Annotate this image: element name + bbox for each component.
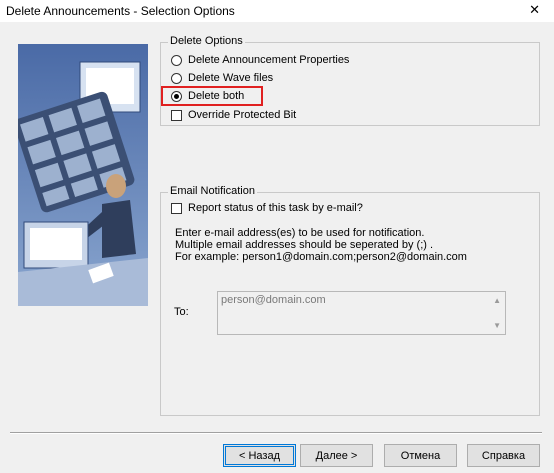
to-email-field[interactable]: person@domain.com ▲ ▼	[217, 291, 506, 335]
override-protected-bit[interactable]: Override Protected Bit	[171, 109, 296, 121]
window-title: Delete Announcements - Selection Options	[6, 4, 235, 18]
cancel-button[interactable]: Отмена	[384, 444, 457, 467]
scroll-down-icon[interactable]: ▼	[493, 321, 501, 330]
to-label: To:	[174, 306, 189, 318]
to-email-value: person@domain.com	[221, 294, 326, 306]
title-bar: Delete Announcements - Selection Options…	[0, 0, 554, 22]
option-delete-properties[interactable]: Delete Announcement Properties	[171, 54, 349, 66]
email-info-line-1: Enter e-mail address(es) to be used for …	[175, 227, 425, 239]
option-delete-wave-files-label: Delete Wave files	[188, 72, 274, 84]
selection-highlight-box	[161, 86, 263, 106]
radio-delete-wave-files[interactable]	[171, 72, 182, 84]
delete-options-legend: Delete Options	[168, 35, 245, 47]
checkbox-override-protected[interactable]	[171, 109, 182, 121]
option-delete-properties-label: Delete Announcement Properties	[188, 54, 350, 66]
wizard-illustration	[18, 44, 148, 306]
report-status-label: Report status of this task by e-mail?	[188, 202, 363, 214]
next-button[interactable]: Далее >	[300, 444, 373, 467]
scroll-up-icon[interactable]: ▲	[493, 296, 501, 305]
option-delete-wave-files[interactable]: Delete Wave files	[171, 72, 273, 84]
footer-separator	[10, 432, 542, 434]
email-notification-legend: Email Notification	[168, 185, 257, 197]
override-protected-label: Override Protected Bit	[188, 109, 297, 121]
report-status-option[interactable]: Report status of this task by e-mail?	[171, 202, 363, 214]
email-info-line-2: Multiple email addresses should be seper…	[175, 239, 434, 251]
close-icon[interactable]: ✕	[529, 2, 540, 18]
illustration-graphic	[18, 44, 148, 306]
email-info-line-3: For example: person1@domain.com;person2@…	[175, 251, 467, 263]
back-button[interactable]: < Назад	[223, 444, 296, 467]
help-button[interactable]: Справка	[467, 444, 540, 467]
checkbox-report-status[interactable]	[171, 202, 182, 214]
radio-delete-properties[interactable]	[171, 54, 182, 66]
